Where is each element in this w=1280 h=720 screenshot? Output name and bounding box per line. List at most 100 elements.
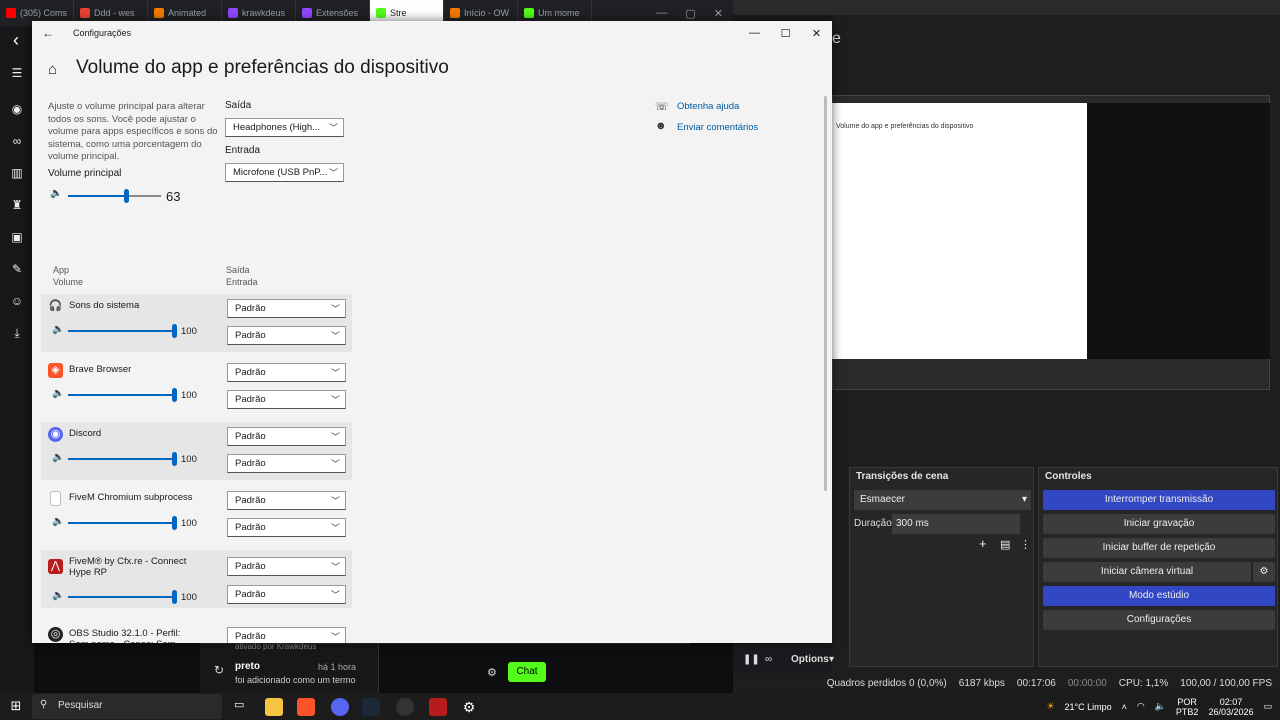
- clock[interactable]: 02:07 26/03/2026: [1208, 697, 1253, 717]
- twitch-icon: [302, 8, 312, 18]
- start-recording-button[interactable]: Iniciar gravação: [1043, 514, 1275, 534]
- app-input-select[interactable]: Padrão ﹀: [227, 585, 346, 604]
- app-output-select[interactable]: Padrão ﹀: [227, 427, 346, 446]
- virtual-camera-button[interactable]: Iniciar câmera virtual: [1043, 562, 1251, 582]
- obs-statusbar: Quadros perdidos 0 (0,0%) 6187 kbps 00:1…: [733, 673, 1280, 693]
- video-icon[interactable]: ▣: [8, 228, 26, 246]
- slider-thumb[interactable]: [172, 324, 177, 338]
- home-icon[interactable]: ⌂: [48, 61, 57, 78]
- speaker-icon[interactable]: 🔈: [52, 590, 64, 601]
- output-device-select[interactable]: Headphones (High... ﹀: [225, 118, 344, 137]
- app-row: 🎧 Sons do sistema 🔈 100 Padrão ﹀ Padrão ﹀: [41, 294, 352, 352]
- close-icon[interactable]: ✕: [714, 7, 723, 20]
- gear-icon[interactable]: ⚙: [487, 666, 497, 679]
- speaker-icon[interactable]: 🔈: [50, 188, 62, 199]
- discord-icon[interactable]: [331, 698, 349, 716]
- close-icon[interactable]: ✕: [801, 27, 832, 40]
- speaker-icon[interactable]: 🔈: [52, 324, 64, 335]
- scrollbar[interactable]: [824, 96, 827, 491]
- menu-icon[interactable]: ☰: [8, 64, 26, 82]
- file-explorer-icon[interactable]: [265, 698, 283, 716]
- maximize-icon[interactable]: ▢: [685, 7, 695, 20]
- options-label[interactable]: Options: [791, 654, 829, 665]
- more-icon[interactable]: ⋮: [1020, 538, 1031, 551]
- window-title: Configurações: [73, 28, 132, 38]
- slider-thumb[interactable]: [172, 516, 177, 530]
- speaker-icon[interactable]: 🔈: [52, 516, 64, 527]
- settings-gear-icon[interactable]: ⚙: [460, 698, 478, 716]
- wrench-icon[interactable]: ✎: [8, 260, 26, 278]
- slider-thumb[interactable]: [172, 590, 177, 604]
- studio-mode-button[interactable]: Modo estúdio: [1043, 586, 1275, 606]
- chat-message: foi adicionado como um termo: [235, 675, 356, 685]
- feedback-link[interactable]: Enviar comentários: [677, 122, 758, 133]
- app-input-select[interactable]: Padrão ﹀: [227, 390, 346, 409]
- task-view-icon[interactable]: ▭: [234, 698, 252, 716]
- app-output-select[interactable]: Padrão ﹀: [227, 299, 346, 318]
- master-volume-slider[interactable]: [68, 189, 161, 203]
- trophy-icon[interactable]: ♜: [8, 196, 26, 214]
- app-volume-slider[interactable]: [68, 516, 177, 530]
- app-input-select[interactable]: Padrão ﹀: [227, 454, 346, 473]
- slider-thumb[interactable]: [172, 452, 177, 466]
- replay-buffer-button[interactable]: Iniciar buffer de repetição: [1043, 538, 1275, 558]
- app-output-select[interactable]: Padrão ﹀: [227, 363, 346, 382]
- slider-fill: [68, 394, 175, 396]
- slider-fill: [68, 458, 175, 460]
- windows-start-icon[interactable]: ⊞: [8, 698, 24, 714]
- page-title: Volume do app e preferências do disposit…: [76, 57, 449, 78]
- file-icon: [50, 491, 61, 506]
- app-input-select[interactable]: Padrão ﹀: [227, 518, 346, 537]
- app-volume-slider[interactable]: [68, 590, 177, 604]
- speaker-icon[interactable]: 🔈: [52, 452, 64, 463]
- help-link[interactable]: Obtenha ajuda: [677, 101, 739, 112]
- stop-stream-button[interactable]: Interromper transmissão: [1043, 490, 1275, 510]
- chevron-down-icon[interactable]: ▾: [829, 654, 834, 665]
- maximize-icon[interactable]: ☐: [770, 27, 801, 40]
- app-output-select[interactable]: Padrão ﹀: [227, 627, 346, 643]
- app-input-select[interactable]: Padrão ﹀: [227, 326, 346, 345]
- fivem-icon[interactable]: [429, 698, 447, 716]
- transition-select[interactable]: Esmaecer ▾: [854, 490, 1031, 510]
- app-output-select[interactable]: Padrão ﹀: [227, 557, 346, 576]
- minimize-icon[interactable]: —: [656, 7, 667, 20]
- notification-icon[interactable]: ▭: [1263, 701, 1272, 712]
- link-icon[interactable]: ∞: [765, 654, 772, 665]
- trash-icon[interactable]: ▤: [1000, 538, 1010, 551]
- tray-overflow-icon[interactable]: ˄: [1122, 702, 1127, 712]
- col-volume: Volume: [53, 277, 84, 287]
- stats-icon[interactable]: ▥: [8, 164, 26, 182]
- chat-input-area: ⚙ Chat: [378, 644, 690, 694]
- chevron-down-icon: ﹀: [330, 496, 340, 506]
- add-icon[interactable]: +: [979, 536, 987, 551]
- slider-thumb[interactable]: [123, 189, 129, 203]
- app-volume-slider[interactable]: [68, 452, 177, 466]
- speaker-icon[interactable]: 🔈: [52, 388, 64, 399]
- wifi-icon[interactable]: ◠: [1137, 701, 1145, 712]
- chevron-down-icon: ﹀: [330, 432, 340, 442]
- steam-icon[interactable]: [362, 698, 380, 716]
- app-volume-slider[interactable]: [68, 388, 177, 402]
- live-icon[interactable]: ◉: [8, 100, 26, 118]
- brave-icon[interactable]: [297, 698, 315, 716]
- volume-icon[interactable]: 🔈: [1155, 701, 1166, 712]
- tab-icon: [154, 8, 164, 18]
- minimize-icon[interactable]: —: [739, 27, 770, 40]
- users-icon[interactable]: ☺: [8, 292, 26, 310]
- app-volume-slider[interactable]: [68, 324, 177, 338]
- obs-icon[interactable]: [396, 698, 414, 716]
- obs-settings-button[interactable]: Configurações: [1043, 610, 1275, 630]
- language-indicator[interactable]: POR PTB2: [1176, 697, 1199, 717]
- input-device-select[interactable]: Microfone (USB PnP... ﹀: [225, 163, 344, 182]
- duration-input[interactable]: 300 ms: [892, 514, 1020, 534]
- pause-icon[interactable]: ❚❚: [743, 654, 760, 665]
- chat-button[interactable]: Chat: [508, 662, 546, 682]
- download-icon[interactable]: ⤓: [8, 324, 26, 342]
- slider-thumb[interactable]: [172, 388, 177, 402]
- back-icon[interactable]: ‹: [0, 26, 32, 54]
- link-icon[interactable]: ∞: [8, 132, 26, 150]
- back-arrow-icon[interactable]: ←: [32, 26, 64, 40]
- app-output-select[interactable]: Padrão ﹀: [227, 491, 346, 510]
- taskbar-search[interactable]: ⚲ Pesquisar: [32, 694, 222, 719]
- gear-icon[interactable]: ⚙: [1253, 562, 1275, 582]
